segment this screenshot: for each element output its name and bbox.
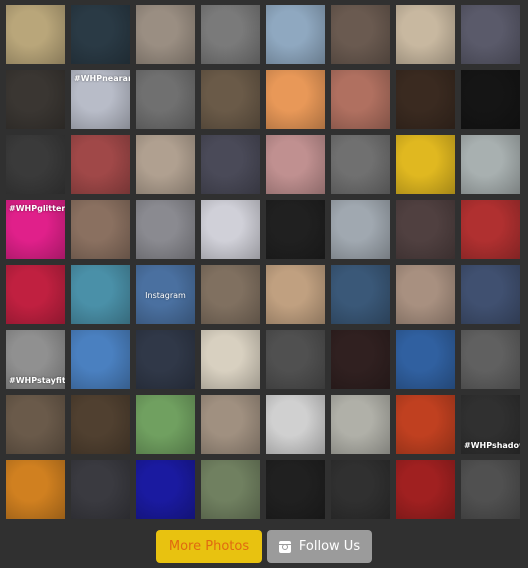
photo-tile[interactable] xyxy=(6,5,65,64)
photo-tile[interactable]: #WHPshadowplay xyxy=(461,395,520,454)
photo-tile[interactable] xyxy=(6,135,65,194)
more-photos-button[interactable]: More Photos xyxy=(156,530,262,563)
photo-tile[interactable] xyxy=(136,70,195,129)
photo-tile[interactable] xyxy=(396,265,455,324)
photo-tile[interactable] xyxy=(71,135,130,194)
photo-tile[interactable] xyxy=(201,5,260,64)
photo-tile[interactable] xyxy=(266,70,325,129)
photo-tile[interactable] xyxy=(461,330,520,389)
photo-tile[interactable] xyxy=(136,135,195,194)
photo-hashtag: #WHPglitter xyxy=(9,204,65,213)
follow-us-label: Follow Us xyxy=(298,539,361,554)
photo-tile[interactable] xyxy=(136,330,195,389)
photo-tile[interactable] xyxy=(266,330,325,389)
photo-tile[interactable] xyxy=(71,395,130,454)
photo-hashtag: #WHPstayfit xyxy=(9,376,65,385)
photo-tile[interactable] xyxy=(396,330,455,389)
photo-tile[interactable] xyxy=(461,200,520,259)
photo-grid: #WHPnearandfar #WHPglitter Instagram #WHPst… xyxy=(6,5,526,519)
photo-tile[interactable]: #WHPstayfit xyxy=(6,330,65,389)
photo-tile[interactable] xyxy=(396,70,455,129)
photo-tile[interactable] xyxy=(201,265,260,324)
photo-tile[interactable] xyxy=(461,460,520,519)
photo-tile[interactable] xyxy=(266,5,325,64)
photo-tile[interactable] xyxy=(71,5,130,64)
photo-tile[interactable] xyxy=(6,70,65,129)
photo-tile[interactable] xyxy=(331,330,390,389)
photo-tile[interactable]: Instagram xyxy=(136,265,195,324)
photo-tile[interactable] xyxy=(201,330,260,389)
photo-tile[interactable] xyxy=(136,5,195,64)
photo-tile[interactable] xyxy=(266,265,325,324)
photo-hashtag: Instagram xyxy=(145,290,186,300)
photo-tile[interactable]: #WHPnearandfar xyxy=(71,70,130,129)
photo-tile[interactable] xyxy=(201,70,260,129)
photo-tile[interactable] xyxy=(331,265,390,324)
photo-tile[interactable] xyxy=(461,5,520,64)
photo-tile[interactable] xyxy=(396,395,455,454)
photo-tile[interactable] xyxy=(331,460,390,519)
photo-tile[interactable] xyxy=(461,265,520,324)
photo-tile[interactable] xyxy=(331,395,390,454)
photo-tile[interactable] xyxy=(201,200,260,259)
photo-tile[interactable] xyxy=(331,70,390,129)
photo-tile[interactable] xyxy=(201,395,260,454)
photo-tile[interactable] xyxy=(266,135,325,194)
photo-tile[interactable]: #WHPglitter xyxy=(6,200,65,259)
photo-hashtag: #WHPshadowplay xyxy=(464,441,520,450)
photo-tile[interactable] xyxy=(136,395,195,454)
photo-tile[interactable] xyxy=(461,135,520,194)
photo-tile[interactable] xyxy=(71,330,130,389)
photo-tile[interactable] xyxy=(331,135,390,194)
photo-tile[interactable] xyxy=(461,70,520,129)
photo-tile[interactable] xyxy=(201,460,260,519)
photo-tile[interactable] xyxy=(266,200,325,259)
photo-tile[interactable] xyxy=(71,460,130,519)
photo-tile[interactable] xyxy=(331,200,390,259)
photo-tile[interactable] xyxy=(6,265,65,324)
photo-tile[interactable] xyxy=(71,265,130,324)
photo-tile[interactable] xyxy=(6,460,65,519)
photo-tile[interactable] xyxy=(6,395,65,454)
follow-us-button[interactable]: Follow Us xyxy=(267,530,372,563)
more-photos-label: More Photos xyxy=(168,539,250,554)
photo-tile[interactable] xyxy=(396,200,455,259)
photo-tile[interactable] xyxy=(396,5,455,64)
photo-tile[interactable] xyxy=(266,460,325,519)
photo-tile[interactable] xyxy=(396,460,455,519)
photo-tile[interactable] xyxy=(136,460,195,519)
photo-tile[interactable] xyxy=(71,200,130,259)
photo-tile[interactable] xyxy=(331,5,390,64)
photo-hashtag: #WHPnearandfar xyxy=(74,74,130,83)
instagram-icon xyxy=(278,540,291,553)
photo-tile[interactable] xyxy=(136,200,195,259)
photo-tile[interactable] xyxy=(266,395,325,454)
photo-tile[interactable] xyxy=(201,135,260,194)
photo-tile[interactable] xyxy=(396,135,455,194)
